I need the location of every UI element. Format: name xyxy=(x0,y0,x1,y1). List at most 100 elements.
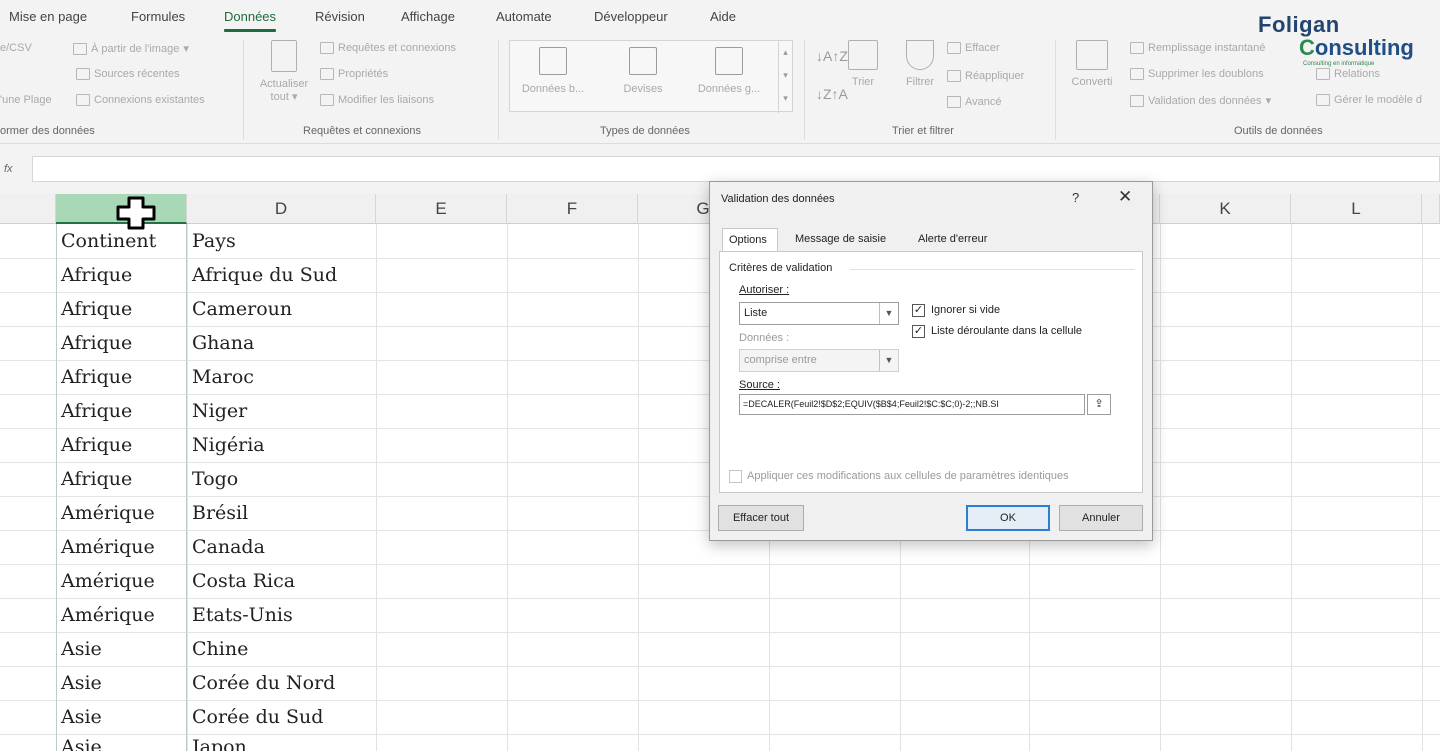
criteria-divider xyxy=(850,269,1135,270)
group-separator xyxy=(243,40,244,140)
recent-sources-button[interactable]: Sources récentes xyxy=(76,68,180,80)
options-panel: Critères de validation Autoriser : Liste… xyxy=(719,251,1143,493)
text-to-columns-icon xyxy=(1076,40,1108,70)
cell-pays[interactable]: Brésil xyxy=(192,502,248,524)
sort-az-button[interactable]: ↓A↑Z xyxy=(816,48,848,64)
cell-pays[interactable]: Afrique du Sud xyxy=(192,264,337,286)
tab-options-active[interactable]: Options xyxy=(722,228,778,252)
column-header-d[interactable]: D xyxy=(187,194,376,224)
column-header-e[interactable]: E xyxy=(376,194,507,224)
tab-mise-en-page[interactable]: Mise en page xyxy=(9,9,87,24)
refresh-all-button[interactable]: Actualiser tout ▾ xyxy=(253,40,315,103)
reapply-button[interactable]: Réappliquer xyxy=(947,70,1024,82)
cell-pays[interactable]: Chine xyxy=(192,638,248,660)
cell-d-header[interactable]: Pays xyxy=(192,230,236,252)
manage-data-model-label: Gérer le modèle d xyxy=(1334,94,1423,106)
gridline xyxy=(376,224,377,751)
from-range-button[interactable]: 'une Plage xyxy=(0,94,52,106)
edit-links-button[interactable]: Modifier les liaisons xyxy=(320,94,434,106)
properties-button[interactable]: Propriétés xyxy=(320,68,388,80)
cell-continent[interactable]: Asie xyxy=(61,706,102,728)
cell-continent[interactable]: Afrique xyxy=(61,434,132,456)
bank-icon xyxy=(539,47,567,75)
from-csv-button[interactable]: e/CSV xyxy=(0,42,32,54)
ignore-blank-checkbox[interactable]: ✓ xyxy=(912,304,925,317)
advanced-filter-button[interactable]: Avancé xyxy=(947,96,1002,108)
cell-continent[interactable]: Asie xyxy=(61,736,102,751)
recent-sources-label: Sources récentes xyxy=(94,68,180,80)
cancel-button[interactable]: Annuler xyxy=(1059,505,1143,531)
advanced-filter-label: Avancé xyxy=(965,96,1002,108)
clear-filter-button[interactable]: Effacer xyxy=(947,42,1000,54)
edit-links-icon xyxy=(320,94,334,106)
clear-all-button[interactable]: Effacer tout xyxy=(718,505,804,531)
cell-pays[interactable]: Nigéria xyxy=(192,434,265,456)
tab-automate[interactable]: Automate xyxy=(496,9,552,24)
tab-error-alert[interactable]: Alerte d'erreur xyxy=(912,228,993,252)
tab-formules[interactable]: Formules xyxy=(131,9,185,24)
manage-data-model-button[interactable]: Gérer le modèle d xyxy=(1316,94,1422,106)
from-image-button[interactable]: À partir de l'image ▾ xyxy=(73,42,189,55)
cell-continent[interactable]: Amérique xyxy=(61,604,155,626)
cell-continent[interactable]: Asie xyxy=(61,672,102,694)
in-cell-dropdown-checkbox[interactable]: ✓ xyxy=(912,325,925,338)
cell-continent[interactable]: Amérique xyxy=(61,570,155,592)
cell-continent[interactable]: Afrique xyxy=(61,468,132,490)
help-icon[interactable]: ? xyxy=(1072,190,1079,205)
sort-button[interactable]: Trier xyxy=(846,40,880,88)
cell-continent[interactable]: Amérique xyxy=(61,536,155,558)
cell-continent[interactable]: Afrique xyxy=(61,264,132,286)
column-header-l[interactable]: L xyxy=(1291,194,1422,224)
column-header-f[interactable]: F xyxy=(507,194,638,224)
cell-pays[interactable]: Niger xyxy=(192,400,247,422)
sort-za-button[interactable]: ↓Z↑A xyxy=(816,86,848,102)
data-validation-button[interactable]: Validation des données ▾ xyxy=(1130,94,1271,107)
allow-select[interactable]: Liste ▼ xyxy=(739,302,899,325)
group-title-data-types: Types de données xyxy=(600,125,690,137)
cell-continent[interactable]: Amérique xyxy=(61,502,155,524)
cell-pays[interactable]: Ghana xyxy=(192,332,254,354)
gallery-scrollbar[interactable]: ▴ ▾ ▾ xyxy=(778,41,792,113)
remove-duplicates-button[interactable]: Supprimer les doublons xyxy=(1130,68,1264,80)
relations-button[interactable]: Relations xyxy=(1316,68,1380,80)
fx-icon[interactable]: fx xyxy=(4,163,13,175)
cell-pays[interactable]: Canada xyxy=(192,536,265,558)
tab-affichage[interactable]: Affichage xyxy=(401,9,455,24)
column-header-m[interactable] xyxy=(1422,194,1440,224)
tab-donnees[interactable]: Données xyxy=(224,9,277,32)
cell-pays[interactable]: Corée du Sud xyxy=(192,706,323,728)
cell-continent[interactable]: Afrique xyxy=(61,400,132,422)
close-icon[interactable]: ✕ xyxy=(1118,187,1132,207)
tab-input-message[interactable]: Message de saisie xyxy=(789,228,892,252)
column-header-b[interactable] xyxy=(0,194,56,224)
cell-continent[interactable]: Afrique xyxy=(61,332,132,354)
queries-connections-button[interactable]: Requêtes et connexions xyxy=(320,42,456,54)
geography-data-type[interactable]: Données g... xyxy=(690,47,768,95)
cell-pays[interactable]: Etats-Unis xyxy=(192,604,293,626)
cell-pays[interactable]: Cameroun xyxy=(192,298,292,320)
source-input[interactable]: =DECALER(Feuil2!$D$2;EQUIV($B$4;Feuil2!$… xyxy=(739,394,1085,415)
cell-continent[interactable]: Asie xyxy=(61,638,102,660)
stocks-data-type[interactable]: Données b... xyxy=(514,47,592,95)
cell-pays[interactable]: Corée du Nord xyxy=(192,672,335,694)
column-header-k[interactable]: K xyxy=(1160,194,1291,224)
cell-pays[interactable]: Maroc xyxy=(192,366,254,388)
cell-continent[interactable]: Afrique xyxy=(61,298,132,320)
tab-aide[interactable]: Aide xyxy=(710,9,736,24)
currencies-data-type[interactable]: Devises xyxy=(604,47,682,95)
cell-continent[interactable]: Afrique xyxy=(61,366,132,388)
tab-developpeur[interactable]: Développeur xyxy=(594,9,668,24)
formula-input[interactable] xyxy=(32,156,1440,182)
tab-revision[interactable]: Révision xyxy=(315,9,365,24)
reapply-icon xyxy=(947,70,961,82)
cell-pays[interactable]: Togo xyxy=(192,468,238,490)
filter-button[interactable]: Filtrer xyxy=(900,40,940,88)
convert-button[interactable]: Converti xyxy=(1064,40,1120,88)
cell-pays[interactable]: Costa Rica xyxy=(192,570,295,592)
collapse-dialog-button[interactable]: ⇪ xyxy=(1087,394,1111,415)
existing-connections-button[interactable]: Connexions existantes xyxy=(76,94,205,106)
flash-fill-button[interactable]: Remplissage instantané xyxy=(1130,42,1265,54)
cell-c-header[interactable]: Continent xyxy=(61,230,156,252)
ok-button[interactable]: OK xyxy=(966,505,1050,531)
cell-pays[interactable]: Japon xyxy=(192,736,247,751)
